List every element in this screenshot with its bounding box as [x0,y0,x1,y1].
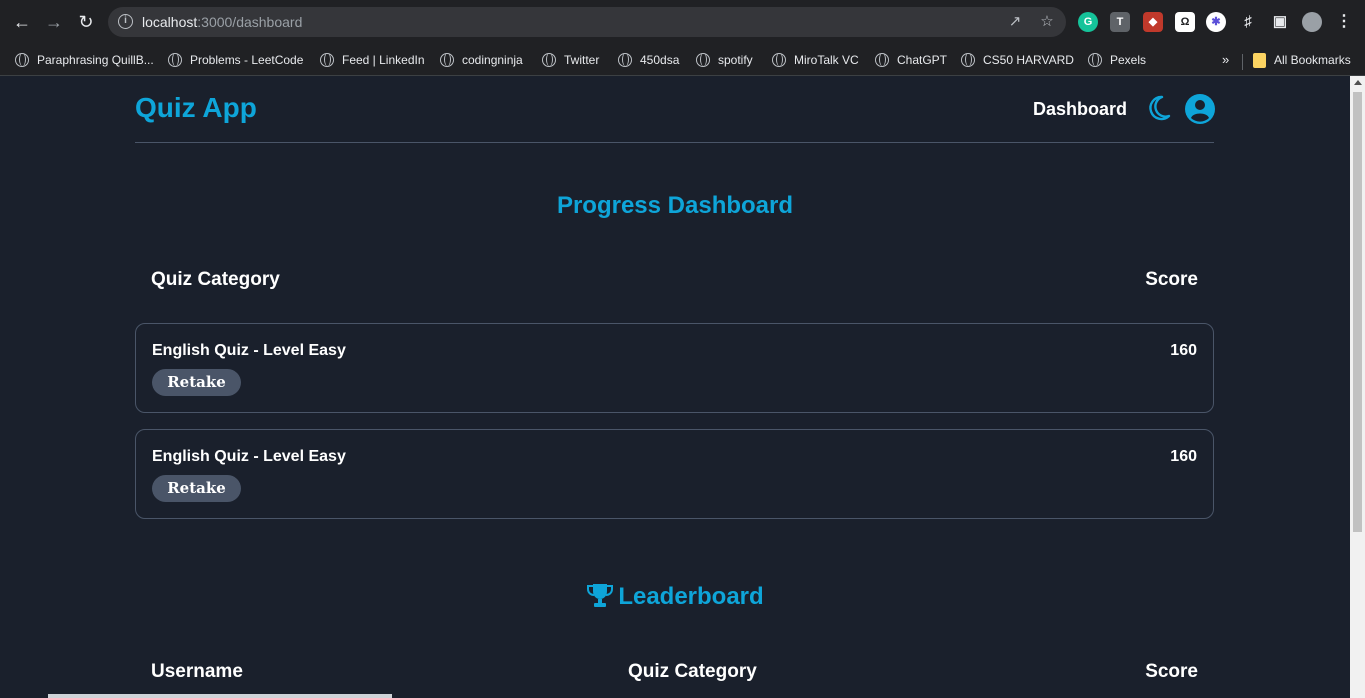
bookmark-label: 450dsa [640,53,680,67]
share-icon[interactable]: ↗ [1006,13,1024,31]
bookmark-item[interactable]: Paraphrasing QuillB... [15,50,154,70]
extension-red-icon[interactable]: ◆ [1143,12,1163,32]
trophy-icon [587,584,614,607]
quiz-score: 160 [1170,342,1197,359]
site-info-icon[interactable]: i [118,14,133,29]
globe-icon [618,53,632,67]
bookmark-label: Paraphrasing QuillB... [37,53,154,67]
moon-icon[interactable] [1145,94,1171,122]
bookmark-star-icon[interactable]: ☆ [1038,13,1056,31]
bookmarks-divider [1242,54,1243,70]
profile-avatar[interactable] [1302,12,1322,32]
globe-icon [168,53,182,67]
globe-icon [15,53,29,67]
scrollbar-thumb[interactable] [1353,92,1362,532]
horizontal-scrollbar[interactable] [48,694,392,698]
globe-icon [772,53,786,67]
grammarly-icon[interactable]: G [1078,12,1098,32]
browser-menu-icon[interactable]: ⋮ [1334,12,1354,32]
side-panel-icon[interactable]: ▣ [1270,12,1290,32]
progress-row: English Quiz - Level Easy 160 Retake [135,429,1214,519]
page-content: Quiz App Dashboard Progress Dashboard Qu… [0,76,1350,698]
retake-button[interactable]: Retake [152,475,241,502]
globe-icon [961,53,975,67]
all-bookmarks-button[interactable]: All Bookmarks [1253,50,1351,70]
bookmark-label: Feed | LinkedIn [342,53,425,67]
extension-t-icon[interactable]: T [1110,12,1130,32]
all-bookmarks-label: All Bookmarks [1274,53,1351,67]
bookmark-item[interactable]: Problems - LeetCode [168,50,303,70]
url-host: localhost [142,14,198,30]
bookmarks-overflow-icon[interactable]: » [1222,52,1229,67]
quiz-category-name: English Quiz - Level Easy [152,448,346,465]
bookmark-item[interactable]: codingninja [440,50,523,70]
folder-icon [1253,52,1266,68]
leaderboard-header-score: Score [1145,661,1198,682]
globe-icon [875,53,889,67]
progress-header-category: Quiz Category [151,269,280,290]
bookmark-item[interactable]: ChatGPT [875,50,947,70]
back-icon[interactable]: ← [11,11,33,33]
bookmark-label: CS50 HARVARD [983,53,1074,67]
header-divider [135,142,1214,143]
user-avatar-icon[interactable] [1185,94,1215,124]
reload-icon[interactable]: ↻ [75,11,97,33]
leaderboard-header-username: Username [151,661,243,682]
extension-gear-icon[interactable]: ✱ [1206,12,1226,32]
bookmark-label: codingninja [462,53,523,67]
globe-icon [542,53,556,67]
bookmarks-bar: Paraphrasing QuillB... Problems - LeetCo… [0,44,1365,76]
globe-icon [440,53,454,67]
bookmark-item[interactable]: MiroTalk VC [772,50,859,70]
progress-header-score: Score [1145,269,1198,290]
globe-icon [320,53,334,67]
bookmark-item[interactable]: Feed | LinkedIn [320,50,425,70]
forward-icon[interactable]: → [43,11,65,33]
progress-row: English Quiz - Level Easy 160 Retake [135,323,1214,413]
extensions-puzzle-icon[interactable]: ♯ [1238,12,1258,32]
bookmark-item[interactable]: 450dsa [618,50,679,70]
bookmark-label: MiroTalk VC [794,53,859,67]
leaderboard-title-text: Leaderboard [618,583,764,610]
bookmark-item[interactable]: Twitter [542,50,599,70]
leaderboard-title: Leaderboard [0,582,1350,611]
nav-dashboard-link[interactable]: Dashboard [1033,99,1127,120]
leaderboard-header-category: Quiz Category [628,661,757,682]
url-text: localhost:3000/dashboard [142,14,302,30]
quiz-category-name: English Quiz - Level Easy [152,342,346,359]
bookmark-label: spotify [718,53,753,67]
retake-button[interactable]: Retake [152,369,241,396]
browser-toolbar: ← → ↻ i localhost:3000/dashboard ↗ ☆ G T… [0,0,1365,44]
bookmark-item[interactable]: spotify [696,50,753,70]
quiz-score: 160 [1170,448,1197,465]
vertical-scrollbar[interactable] [1350,76,1365,698]
progress-dashboard-title: Progress Dashboard [556,192,794,219]
bookmark-label: ChatGPT [897,53,948,67]
globe-icon [696,53,710,67]
bookmark-label: Pexels [1110,53,1147,67]
globe-icon [1088,53,1102,67]
bookmark-label: Problems - LeetCode [190,53,304,67]
address-bar[interactable]: i localhost:3000/dashboard ↗ ☆ [108,7,1066,37]
bookmark-label: Twitter [564,53,600,67]
scroll-up-arrow-icon[interactable] [1354,80,1362,85]
bookmark-item[interactable]: Pexels [1088,50,1146,70]
url-path: :3000/dashboard [197,14,303,30]
app-title[interactable]: Quiz App [135,92,257,124]
bookmark-item[interactable]: CS50 HARVARD [961,50,1074,70]
extension-omega-icon[interactable]: Ω [1175,12,1195,32]
